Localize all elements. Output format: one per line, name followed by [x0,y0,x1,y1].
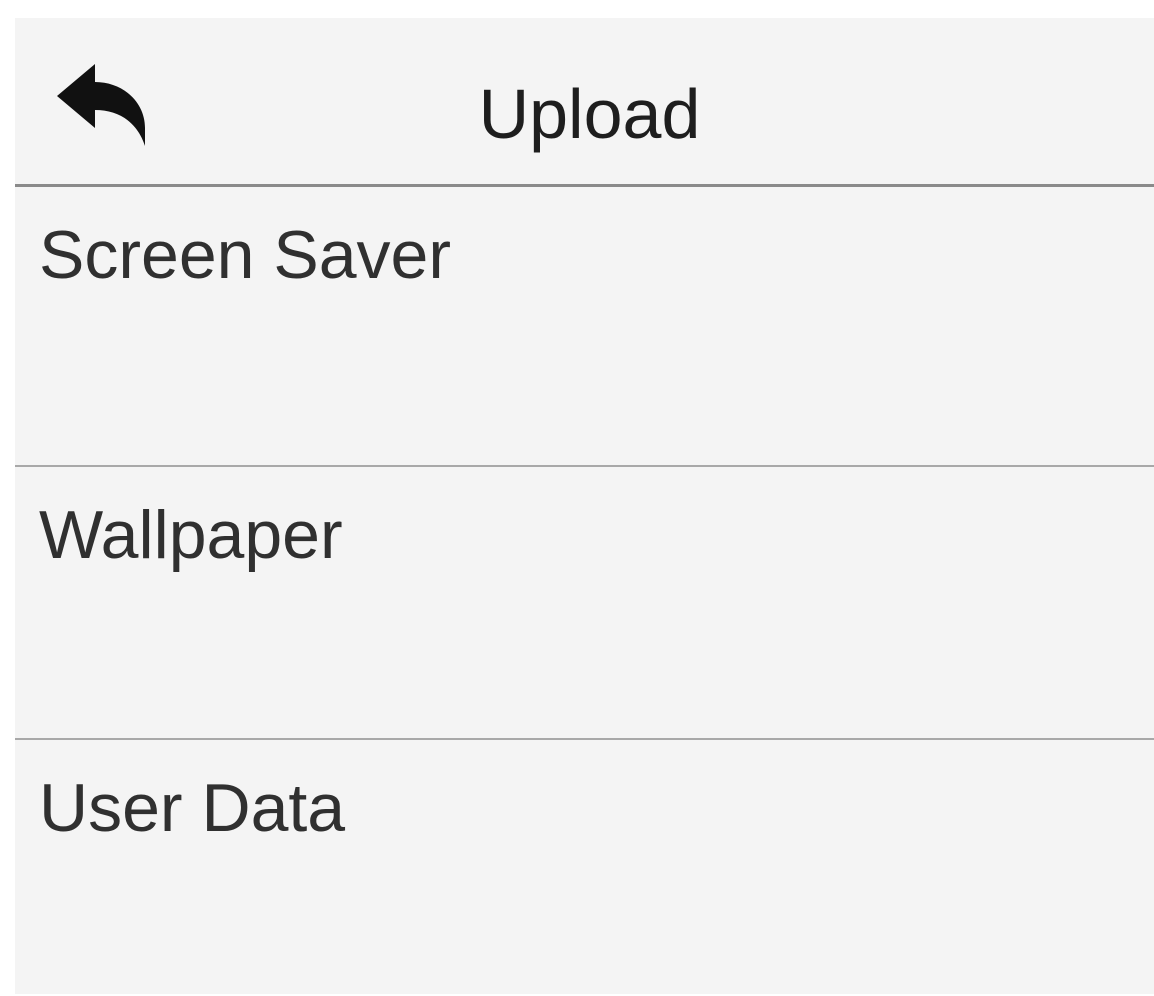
upload-screen: Upload Screen Saver Wallpaper User Data [15,18,1154,994]
header-bar: Upload [15,18,1154,187]
page-title: Upload [478,75,701,153]
menu-item-label: Screen Saver [39,217,451,293]
menu-item-label: Wallpaper [39,497,343,573]
menu-item-screen-saver[interactable]: Screen Saver [15,187,1154,467]
menu-item-label: User Data [39,770,346,846]
menu-item-wallpaper[interactable]: Wallpaper [15,467,1154,740]
menu-item-user-data[interactable]: User Data [15,740,1154,994]
